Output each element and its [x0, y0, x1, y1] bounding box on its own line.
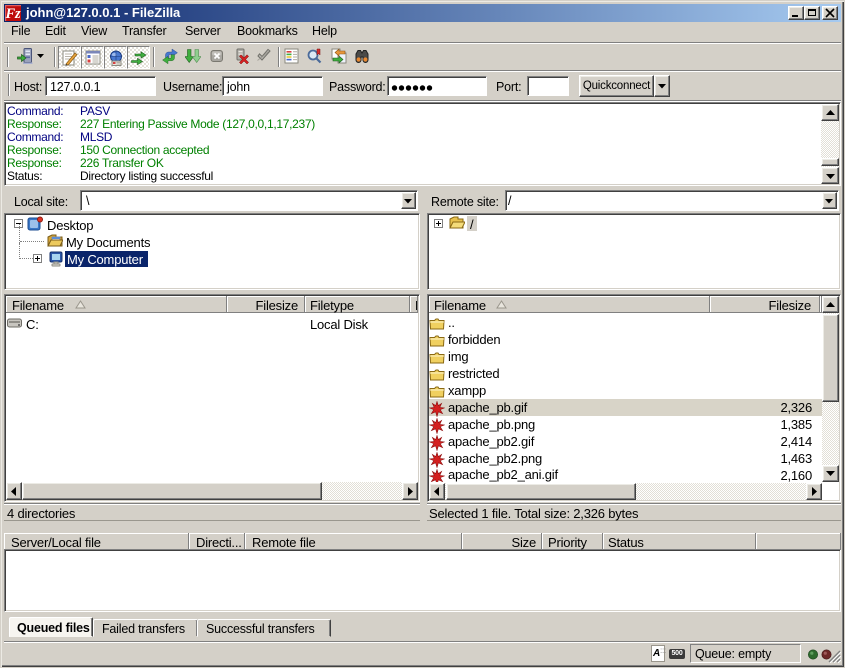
- svg-text:Fz: Fz: [5, 6, 21, 21]
